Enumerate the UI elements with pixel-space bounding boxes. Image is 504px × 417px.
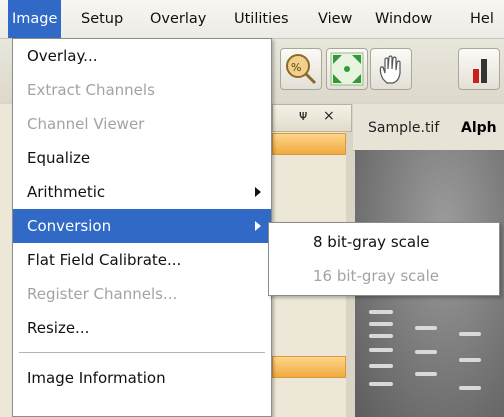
gel-band [369, 382, 393, 386]
menu-item-label: Register Channels... [27, 285, 178, 303]
menu-item-extract-channels[interactable]: Extract Channels [13, 73, 271, 107]
submenu-arrow-icon [255, 221, 261, 231]
zoom-percent-icon: % [286, 54, 317, 85]
menu-item-label: Equalize [27, 149, 91, 167]
menu-item-label: Arithmetic [27, 183, 106, 201]
panel-section-bar [272, 133, 346, 155]
menu-image[interactable]: Image [8, 0, 62, 38]
menu-item-equalize[interactable]: Equalize [13, 141, 271, 175]
menu-item-arithmetic[interactable]: Arithmetic [13, 175, 271, 209]
menu-utilities[interactable]: Utilities [234, 0, 289, 38]
document-tab-strip: Sample.tif Alph [353, 104, 504, 151]
gel-band [369, 310, 393, 314]
image-menu-dropdown: Overlay... Extract Channels Channel View… [12, 38, 272, 417]
zoom-percent-button[interactable]: % [280, 48, 322, 90]
gel-band [459, 358, 481, 362]
menu-item-register-channels[interactable]: Register Channels... [13, 277, 271, 311]
tab-sample-tif[interactable]: Sample.tif [368, 120, 439, 136]
histogram-button[interactable] [458, 48, 500, 90]
menu-bar: Image Setup Overlay Utilities View Windo… [0, 0, 504, 39]
gel-band [369, 364, 393, 368]
submenu-arrow-icon [255, 187, 261, 197]
hand-icon [379, 55, 401, 84]
menu-separator [19, 352, 265, 353]
submenu-item-16-bit-gray[interactable]: 16 bit-gray scale [269, 259, 499, 293]
menu-help[interactable]: Hel [470, 0, 494, 38]
menu-item-flat-field-calibrate[interactable]: Flat Field Calibrate... [13, 243, 271, 277]
close-icon[interactable]: × [323, 108, 335, 124]
submenu-item-label: 8 bit-gray scale [313, 233, 430, 251]
menu-window[interactable]: Window [375, 0, 432, 38]
gel-band [415, 326, 437, 330]
panel-header: ᴪ × [272, 104, 352, 132]
submenu-item-label: 16 bit-gray scale [313, 267, 440, 285]
gel-band [459, 332, 481, 336]
menu-setup[interactable]: Setup [81, 0, 123, 38]
fit-to-window-button[interactable] [326, 48, 368, 90]
menu-item-label: Overlay... [27, 47, 98, 65]
submenu-item-8-bit-gray[interactable]: 8 bit-gray scale [269, 225, 499, 259]
pan-hand-button[interactable] [370, 48, 412, 90]
gel-band [369, 322, 393, 326]
bar-chart-icon [473, 59, 487, 83]
menu-item-label: Channel Viewer [27, 115, 145, 133]
gel-band [415, 372, 437, 376]
menu-item-image-information[interactable]: Image Information [13, 361, 271, 395]
gel-band [369, 334, 393, 338]
menu-item-label: Flat Field Calibrate... [27, 251, 182, 269]
svg-text:%: % [291, 61, 301, 74]
menu-view[interactable]: View [318, 0, 352, 38]
gel-band [369, 348, 393, 352]
menu-overlay[interactable]: Overlay [150, 0, 206, 38]
gel-band [415, 350, 437, 354]
expand-arrows-icon [330, 52, 364, 86]
menu-item-channel-viewer[interactable]: Channel Viewer [13, 107, 271, 141]
menu-item-label: Image Information [27, 369, 166, 387]
menu-item-conversion[interactable]: Conversion [13, 209, 271, 243]
tab-alpha[interactable]: Alph [461, 120, 497, 136]
menu-item-overlay[interactable]: Overlay... [13, 39, 271, 73]
pin-icon[interactable]: ᴪ [299, 108, 307, 124]
panel-section-bar [272, 356, 346, 378]
gel-band [459, 386, 481, 390]
menu-item-label: Conversion [27, 217, 112, 235]
menu-item-label: Resize... [27, 319, 90, 337]
menu-item-label: Extract Channels [27, 81, 155, 99]
conversion-submenu: 8 bit-gray scale 16 bit-gray scale [268, 222, 500, 296]
menu-item-resize[interactable]: Resize... [13, 311, 271, 345]
